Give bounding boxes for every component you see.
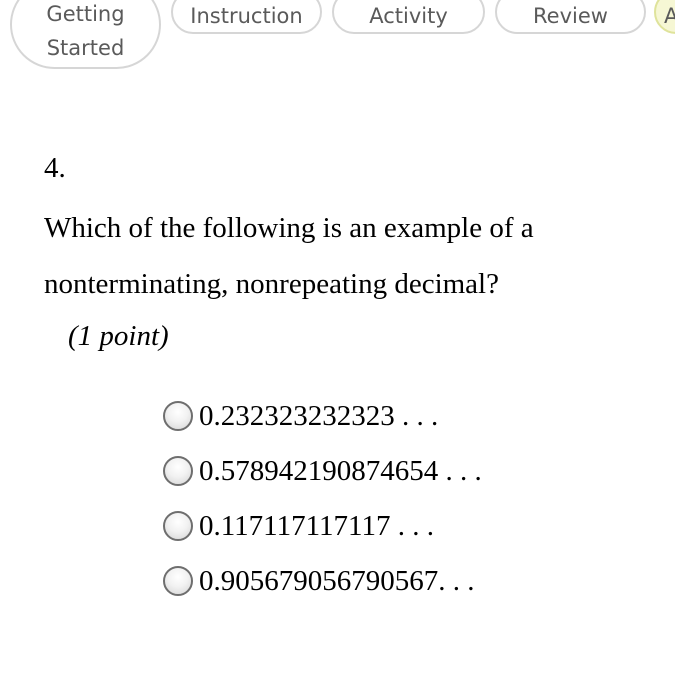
tab-review-label: Review: [533, 4, 608, 28]
answer-option-label: 0.232323232323 . . .: [199, 400, 439, 432]
radio-button[interactable]: [163, 566, 193, 596]
answer-option-label: 0.117117117117 . . .: [199, 510, 434, 542]
question-number: 4.: [44, 152, 66, 184]
answer-options: 0.232323232323 . . . 0.578942190874654 .…: [163, 393, 482, 613]
answer-option-label: 0.578942190874654 . . .: [199, 455, 482, 487]
answer-option[interactable]: 0.232323232323 . . .: [163, 392, 482, 448]
tab-instruction[interactable]: Instruction: [171, 0, 322, 34]
answer-option[interactable]: 0.905679056790567. . .: [163, 557, 482, 613]
radio-button[interactable]: [163, 401, 193, 431]
tab-assessment-label: A: [664, 4, 675, 28]
tab-activity[interactable]: Activity: [332, 0, 485, 34]
question-points: (1 point): [68, 320, 169, 352]
question-text: Which of the following is an example of …: [44, 212, 534, 300]
tab-assessment[interactable]: A: [654, 0, 675, 34]
tab-review[interactable]: Review: [495, 0, 646, 34]
tab-getting-started[interactable]: Getting Started: [10, 0, 161, 69]
radio-button[interactable]: [163, 456, 193, 486]
answer-option-label: 0.905679056790567. . .: [199, 565, 475, 597]
tab-activity-label: Activity: [369, 4, 448, 28]
tab-getting-started-line2: Started: [46, 36, 125, 60]
answer-option[interactable]: 0.117117117117 . . .: [163, 502, 482, 558]
lesson-tabs: Getting Started Instruction Activity Rev…: [0, 0, 675, 80]
radio-button[interactable]: [163, 511, 193, 541]
tab-getting-started-line1: Getting: [46, 2, 125, 26]
answer-option[interactable]: 0.578942190874654 . . .: [163, 447, 482, 503]
tab-instruction-label: Instruction: [190, 4, 303, 28]
